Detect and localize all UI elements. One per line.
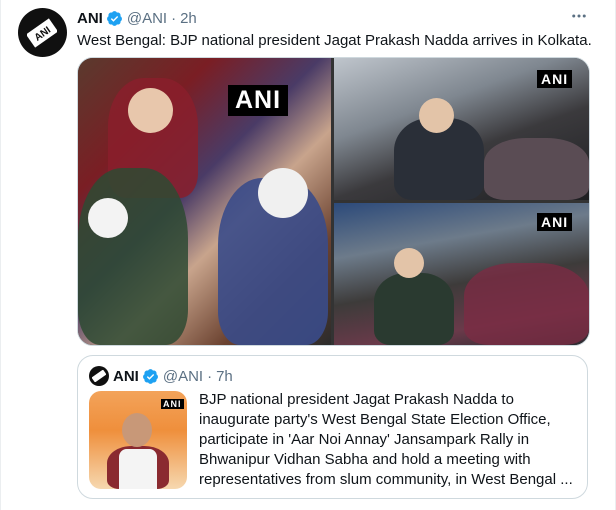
tweet[interactable]: ANI ANI @ANI · 2h West Bengal: BJP natio… [0, 0, 616, 510]
figure-shape [464, 263, 589, 345]
figure-shape [78, 168, 188, 345]
ani-logo-icon [92, 370, 106, 382]
quoted-author-name: ANI [113, 367, 139, 385]
separator-dot: · [171, 9, 177, 27]
quoted-header: ANI @ANI · 7h [113, 366, 233, 386]
avatar[interactable]: ANI [18, 8, 67, 57]
quoted-timestamp: 7h [216, 367, 233, 385]
ani-watermark: ANI [537, 213, 573, 231]
photo-1[interactable]: ANI [78, 58, 331, 345]
quoted-tweet[interactable]: ANI @ANI · 7h ANI BJP national president… [77, 355, 588, 499]
separator-dot: · [207, 367, 213, 385]
author-handle[interactable]: @ANI [127, 10, 167, 27]
more-options-icon[interactable] [567, 7, 591, 27]
figure-shape [484, 138, 589, 200]
verified-badge-icon [106, 10, 122, 26]
more-horizontal-icon [572, 14, 586, 18]
ani-watermark: ANI [228, 85, 289, 116]
figure-shape [88, 198, 128, 238]
quoted-avatar [89, 366, 109, 386]
ani-watermark: ANI [537, 70, 573, 88]
photo-2[interactable]: ANI [334, 58, 589, 200]
figure-shape [419, 98, 454, 133]
figure-shape [128, 88, 173, 133]
tweet-timestamp[interactable]: 2h [180, 10, 197, 27]
figure-shape [119, 449, 157, 489]
author-name[interactable]: ANI [77, 10, 103, 27]
ani-watermark: ANI [161, 399, 184, 409]
quoted-thumbnail: ANI [89, 391, 187, 489]
quoted-author-handle: @ANI [162, 367, 204, 385]
ani-logo-icon: ANI [27, 18, 57, 48]
photo-3[interactable]: ANI [334, 203, 589, 345]
tweet-text: West Bengal: BJP national president Jaga… [77, 32, 592, 49]
figure-shape [374, 273, 454, 345]
tweet-header: ANI @ANI · 2h [77, 8, 197, 28]
quoted-text: BJP national president Jagat Prakash Nad… [199, 391, 573, 488]
figure-shape [258, 168, 308, 218]
verified-badge-icon [142, 368, 158, 384]
figure-shape [122, 413, 152, 447]
media-grid: ANI ANI ANI [77, 57, 590, 346]
figure-shape [394, 248, 424, 278]
